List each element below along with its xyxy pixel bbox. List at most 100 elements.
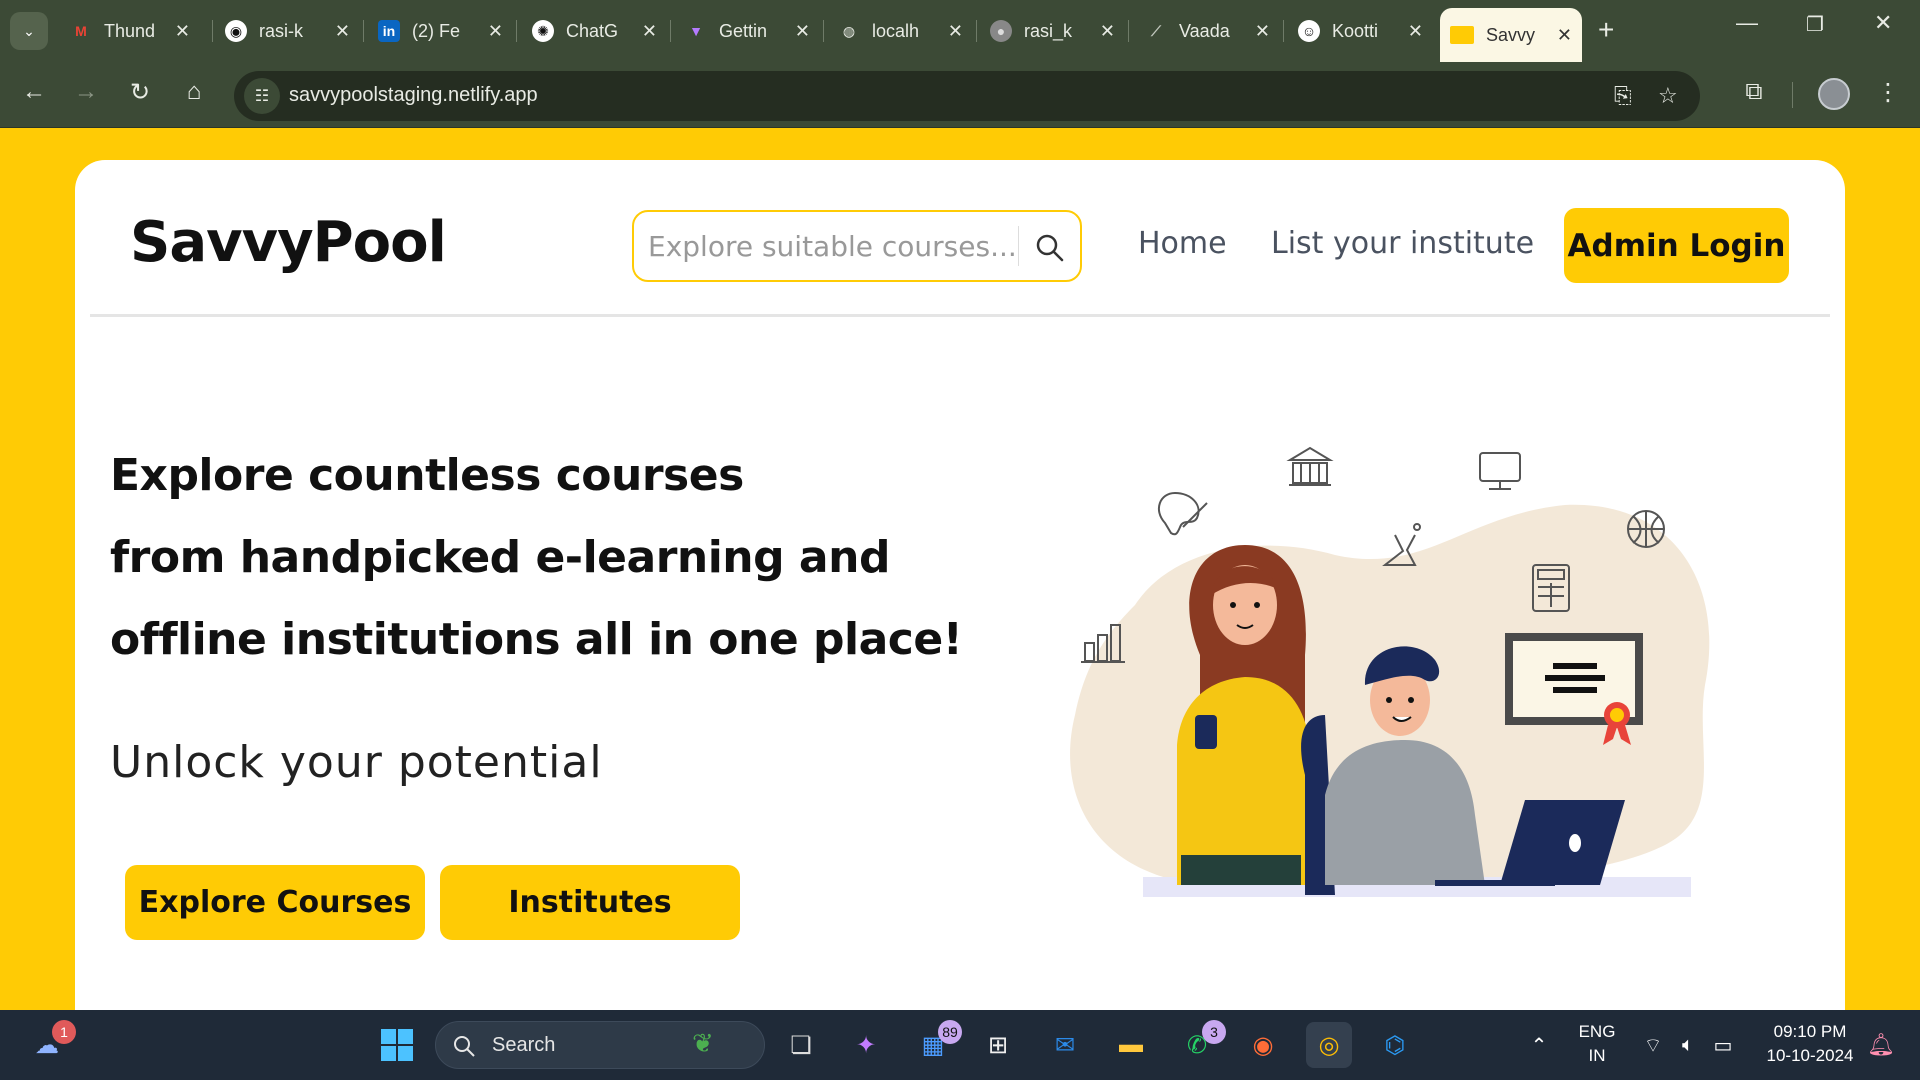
search-highlight-icon: ❦ (692, 1028, 714, 1058)
admin-login-button[interactable]: Admin Login (1564, 208, 1789, 283)
search-icon[interactable] (1034, 232, 1066, 264)
monitor-icon (1479, 452, 1521, 490)
windows-start-icon[interactable] (374, 1022, 420, 1068)
hero-heading-line-2: from handpicked e-learning and (110, 532, 890, 583)
copilot-icon[interactable]: ✦ (843, 1022, 889, 1068)
browser-tab[interactable]: ◍ localh ✕ (838, 10, 973, 52)
explore-courses-button[interactable]: Explore Courses (125, 865, 425, 940)
bookmark-star-icon[interactable]: ☆ (1658, 83, 1678, 109)
weather-badge: 1 (52, 1020, 76, 1044)
browser-tab[interactable]: ✺ ChatG ✕ (532, 10, 667, 52)
tab-separator (976, 20, 977, 42)
search-icon (454, 1036, 475, 1057)
back-icon[interactable]: ← (16, 78, 52, 106)
tab-label: localh (872, 20, 920, 41)
battery-icon[interactable]: ▭ (1700, 1022, 1746, 1068)
notification-bell-icon[interactable]: 🔔︎ (1858, 1022, 1904, 1068)
address-bar[interactable]: ☷ savvypoolstaging.netlify.app ⎘ ☆ (234, 71, 1700, 121)
course-search-input[interactable] (648, 226, 1018, 266)
vaadin-icon: ⟋ (1151, 22, 1161, 39)
home-icon[interactable]: ⌂ (176, 78, 212, 106)
close-icon[interactable]: ✕ (1255, 21, 1270, 42)
tab-separator (363, 20, 364, 42)
nav-list-institute[interactable]: List your institute (1271, 226, 1534, 261)
close-icon[interactable]: ✕ (1100, 21, 1115, 42)
kootti-icon: ☺ (1298, 20, 1320, 42)
browser-toolbar: ← → ↻ ⌂ ☷ savvypoolstaging.netlify.app ⎘… (0, 62, 1920, 128)
site-logo[interactable]: SavvyPool (130, 210, 447, 275)
restore-icon[interactable]: ❐ (1806, 12, 1824, 37)
microsoft-store-icon[interactable]: ⊞ (975, 1022, 1021, 1068)
new-tab-button[interactable]: + (1598, 14, 1614, 46)
profile-avatar[interactable] (1818, 78, 1850, 110)
site-info-icon[interactable]: ☷ (244, 78, 280, 114)
course-search-box (632, 210, 1082, 282)
woman-illustration (1177, 545, 1310, 885)
palette-icon (1157, 491, 1208, 536)
linkedin-icon: in (378, 20, 400, 42)
close-window-icon[interactable]: ✕ (1874, 10, 1892, 36)
clock-date[interactable]: 10-10-2024 (1752, 1046, 1868, 1066)
institution-icon (1286, 446, 1334, 486)
search-divider (1018, 226, 1019, 266)
browser-tab[interactable]: ◉ rasi-k ✕ (225, 10, 360, 52)
close-icon[interactable]: ✕ (642, 21, 657, 42)
whatsapp-badge: 3 (1202, 1020, 1226, 1044)
basketball-icon (1627, 510, 1665, 548)
hero-heading-line-1: Explore countless courses (110, 450, 744, 501)
extensions-icon[interactable]: ⧉ (1736, 78, 1772, 106)
postman-icon[interactable]: ◉ (1240, 1022, 1286, 1068)
browser-tab[interactable]: ⟋ Vaada ✕ (1145, 10, 1280, 52)
taskbar-search-label: Search (492, 1034, 556, 1056)
outlook-badge: 89 (938, 1020, 962, 1044)
tab-separator (1128, 20, 1129, 42)
browser-tab[interactable]: ● rasi_k ✕ (990, 10, 1125, 52)
forward-icon[interactable]: → (68, 78, 104, 106)
task-view-icon[interactable]: ❏ (778, 1022, 824, 1068)
browser-tab[interactable]: ☺ Kootti ✕ (1298, 10, 1433, 52)
close-icon[interactable]: ✕ (488, 21, 503, 42)
vscode-icon[interactable]: ⌬ (1372, 1022, 1418, 1068)
tab-label: Thund (104, 20, 156, 41)
browser-tab[interactable]: ▼ Gettin ✕ (685, 10, 820, 52)
tab-label: Vaada (1179, 20, 1230, 41)
close-icon[interactable]: ✕ (1557, 25, 1572, 46)
globe-icon: ◍ (842, 22, 856, 39)
institutes-button[interactable]: Institutes (440, 865, 740, 940)
input-language[interactable]: ENG (1576, 1022, 1618, 1042)
close-icon[interactable]: ✕ (795, 21, 810, 42)
savvypool-icon (1450, 26, 1474, 44)
reload-icon[interactable]: ↻ (122, 78, 158, 107)
clock-time[interactable]: 09:10 PM (1752, 1022, 1868, 1042)
hero-heading-line-3: offline institutions all in one place! (110, 614, 963, 665)
chatgpt-icon: ✺ (532, 20, 554, 42)
input-region[interactable]: IN (1576, 1046, 1618, 1066)
close-icon[interactable]: ✕ (335, 21, 350, 42)
file-explorer-icon[interactable]: ▬ (1108, 1022, 1154, 1068)
more-menu-icon[interactable]: ⋮ (1870, 78, 1906, 107)
outlook-icon[interactable]: ✉ (1042, 1022, 1088, 1068)
show-hidden-icons[interactable]: ⌃ (1516, 1022, 1562, 1068)
hero-illustration (1070, 446, 1710, 897)
github-icon: ◉ (225, 20, 247, 42)
close-icon[interactable]: ✕ (175, 21, 190, 42)
header-divider (90, 314, 1830, 317)
browser-tab[interactable]: M Thund ✕ (70, 10, 200, 52)
install-app-icon[interactable]: ⎘ (1614, 83, 1632, 109)
whatsapp-icon[interactable]: ✆ 3 (1174, 1020, 1226, 1068)
browser-tab-active[interactable]: Savvy ✕ (1440, 8, 1582, 62)
browser-tab[interactable]: in (2) Fe ✕ (378, 10, 513, 52)
vite-icon: ▼ (689, 23, 703, 39)
minimize-icon[interactable]: — (1736, 10, 1758, 36)
tab-separator (212, 20, 213, 42)
close-icon[interactable]: ✕ (1408, 21, 1423, 42)
taskbar-search[interactable]: Search ❦ (435, 1021, 765, 1069)
tab-separator (670, 20, 671, 42)
weather-widget-icon[interactable]: ☁ 1 (24, 1020, 76, 1068)
widgets-icon[interactable]: ▦ 89 (910, 1020, 962, 1068)
tab-search-button[interactable]: ⌄ (10, 12, 48, 50)
close-icon[interactable]: ✕ (948, 21, 963, 42)
chrome-icon[interactable]: ◎ (1306, 1022, 1352, 1068)
tab-separator (1283, 20, 1284, 42)
nav-home[interactable]: Home (1138, 226, 1227, 261)
